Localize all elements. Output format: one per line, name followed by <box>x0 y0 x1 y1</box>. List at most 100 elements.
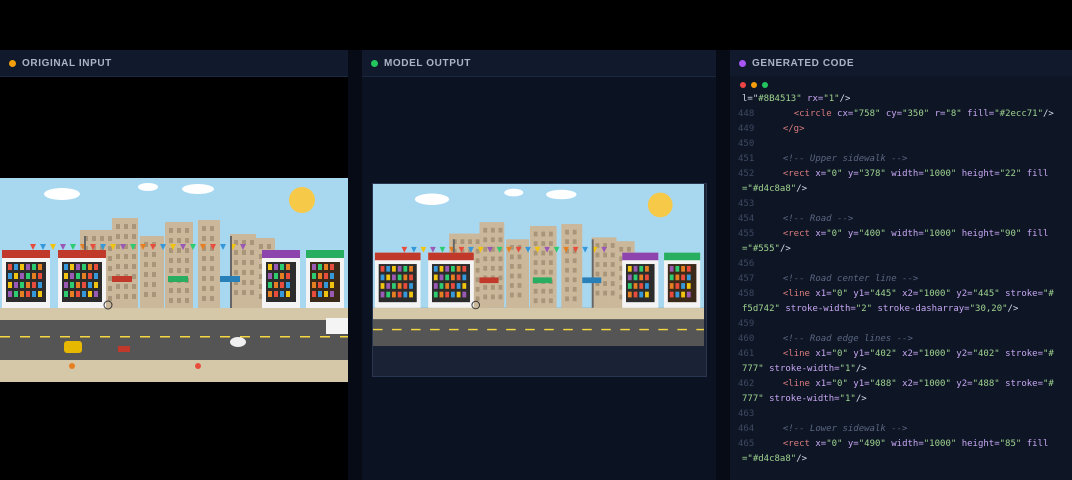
shop-sign <box>262 250 300 258</box>
sun-icon <box>289 187 315 213</box>
window <box>210 236 214 241</box>
window <box>610 243 615 248</box>
road-center-line <box>411 328 421 331</box>
line-number: 455 <box>738 229 755 239</box>
code-text: l="#8B4513" rx="1"/> <box>742 94 851 104</box>
window <box>626 246 631 252</box>
status-dot-icon <box>739 59 746 67</box>
window <box>533 288 538 294</box>
merchandise <box>445 283 450 289</box>
window <box>565 277 569 283</box>
window <box>202 256 206 261</box>
merchandise <box>439 291 444 298</box>
merchandise <box>70 291 74 297</box>
merchandise <box>409 265 413 272</box>
window <box>108 256 112 261</box>
merchandise <box>88 264 92 270</box>
merchandise <box>76 282 80 288</box>
status-dot-icon <box>371 59 378 67</box>
window <box>124 224 128 229</box>
merchandise <box>26 282 30 288</box>
panel-divider[interactable] <box>348 50 362 480</box>
window <box>185 288 189 293</box>
maximize-window-icon[interactable] <box>762 82 768 88</box>
merchandise <box>681 265 685 272</box>
merchandise <box>392 265 396 272</box>
sheep <box>230 337 246 347</box>
merchandise <box>280 273 284 279</box>
window <box>483 227 488 233</box>
window <box>185 238 189 243</box>
merchandise <box>274 282 278 288</box>
code-line: 449 </g> <box>730 122 1072 137</box>
window <box>108 276 112 281</box>
line-number: 453 <box>738 199 755 209</box>
minimize-window-icon[interactable] <box>751 82 757 88</box>
window <box>509 283 514 288</box>
window <box>242 270 246 275</box>
signboard <box>479 277 499 284</box>
code-line: 461 <line x1="0" y1="402" x2="1000" y2="… <box>730 347 1072 362</box>
window <box>100 236 104 241</box>
window <box>242 260 246 265</box>
merchandise <box>286 273 290 279</box>
merchandise <box>439 274 444 281</box>
window <box>169 288 173 293</box>
panel-divider[interactable] <box>716 50 730 480</box>
window <box>132 254 136 259</box>
window <box>509 254 514 260</box>
window <box>498 237 503 243</box>
window <box>490 237 495 243</box>
road-center-line <box>449 328 459 331</box>
window <box>144 272 148 277</box>
line-number: 448 <box>738 109 755 119</box>
road-center-line <box>696 328 704 331</box>
window <box>509 273 514 279</box>
merchandise <box>330 282 334 288</box>
window <box>572 296 577 302</box>
merchandise <box>675 265 680 272</box>
code-text: <line x1="0" y1="488" x2="1000" y2="488"… <box>782 379 1054 389</box>
code-editor[interactable]: l="#8B4513" rx="1"/> 448 <circle cx="758"… <box>730 76 1072 480</box>
code-line: 777" stroke-width="1"/> <box>730 392 1072 407</box>
shop-sign <box>622 252 659 261</box>
merchandise <box>386 274 391 281</box>
window <box>468 239 472 245</box>
window <box>498 227 503 233</box>
merchandise <box>330 273 334 279</box>
window <box>250 280 254 285</box>
window <box>483 237 488 243</box>
merchandise <box>686 274 691 281</box>
window <box>177 268 181 273</box>
code-line: 448 <circle cx="758" cy="350" r="8" fill… <box>730 107 1072 122</box>
road <box>0 320 348 360</box>
merchandise <box>433 291 438 298</box>
line-number: 449 <box>738 124 755 134</box>
merchandise <box>274 291 278 297</box>
merchandise <box>686 265 691 272</box>
merchandise <box>462 291 467 298</box>
merchandise <box>20 291 24 297</box>
merchandise <box>392 291 396 298</box>
merchandise <box>330 291 334 297</box>
window <box>548 269 553 275</box>
merchandise <box>462 283 467 289</box>
window <box>498 256 503 262</box>
code-text: ="#555"/> <box>742 244 791 254</box>
merchandise <box>70 273 74 279</box>
merchandise <box>88 282 92 288</box>
window <box>185 228 189 233</box>
close-window-icon[interactable] <box>740 82 746 88</box>
window <box>242 250 246 255</box>
window <box>202 276 206 281</box>
window <box>610 262 615 267</box>
window <box>124 234 128 239</box>
merchandise <box>445 265 450 272</box>
window <box>490 265 495 271</box>
building <box>165 222 193 310</box>
merchandise <box>94 273 98 279</box>
merchandise <box>286 291 290 297</box>
window <box>250 290 254 295</box>
window <box>169 298 173 303</box>
window <box>234 260 238 265</box>
